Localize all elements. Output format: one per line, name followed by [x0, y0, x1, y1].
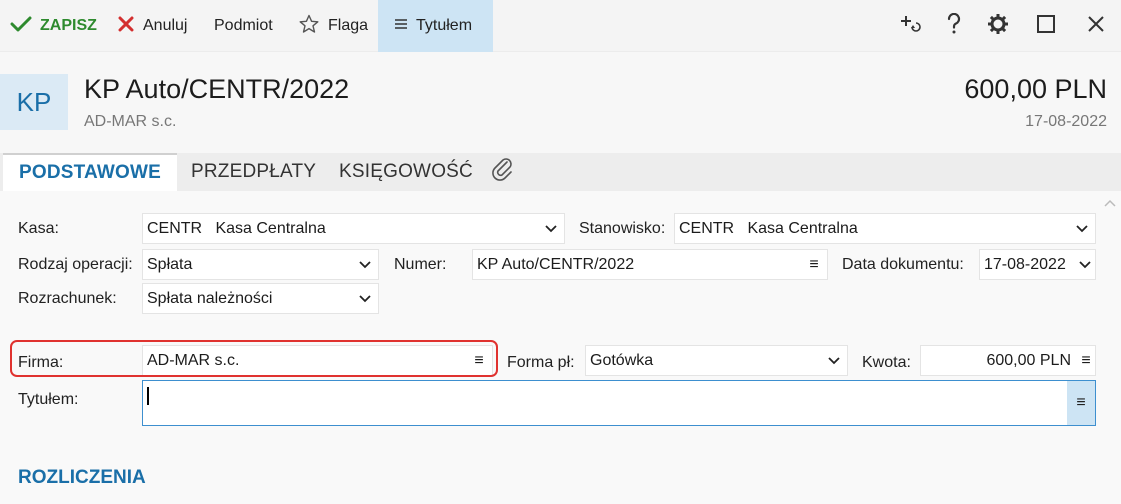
subject-button[interactable]: Podmiot	[214, 0, 273, 52]
toolbar: ZAPISZ Anuluj Podmiot Flaga Tytułem	[0, 0, 1121, 52]
kasa-label: Kasa:	[18, 220, 59, 237]
stanowisko-label: Stanowisko:	[579, 220, 666, 237]
help-icon	[946, 12, 962, 40]
kwota-label: Kwota:	[862, 354, 911, 371]
add-link-icon	[898, 13, 922, 40]
rozrachunek-label: Rozrachunek:	[18, 290, 117, 307]
tab-ksiegowosc[interactable]: KSIĘGOWOŚĆ	[339, 153, 473, 191]
flag-label: Flaga	[328, 17, 369, 34]
gear-icon	[987, 13, 1009, 40]
menu-icon[interactable]: ≡	[1067, 381, 1095, 425]
data-label: Data dokumentu:	[842, 256, 964, 273]
kasa-value: CENTR Kasa Centralna	[147, 219, 326, 237]
chevron-down-icon	[821, 356, 847, 365]
kasa-select[interactable]: CENTR Kasa Centralna	[142, 213, 565, 244]
main-form: Kasa: CENTR Kasa Centralna Stanowisko: C…	[0, 191, 1121, 504]
document-type-badge: KP	[0, 74, 68, 130]
menu-icon[interactable]: ≡	[1077, 352, 1095, 370]
paperclip-icon	[491, 156, 515, 188]
cancel-button[interactable]: Anuluj	[117, 0, 187, 52]
rodzaj-label: Rodzaj operacji:	[18, 256, 133, 273]
rozrachunek-value: Spłata należności	[147, 289, 273, 307]
star-icon	[298, 14, 320, 39]
close-icon	[1086, 14, 1106, 39]
tytulem-label: Tytułem:	[18, 391, 79, 408]
numer-field[interactable]: KP Auto/CENTR/2022 ≡	[472, 249, 828, 280]
kwota-field[interactable]: 600,00 PLN ≡	[920, 345, 1096, 376]
add-related-button[interactable]	[890, 0, 930, 52]
maximize-button[interactable]	[1026, 0, 1066, 52]
subject-label: Podmiot	[214, 17, 273, 34]
data-value: 17-08-2022	[984, 255, 1066, 273]
forma-value: Gotówka	[590, 351, 654, 369]
tab-attachments[interactable]	[491, 153, 515, 191]
forma-select[interactable]: Gotówka	[585, 345, 848, 376]
document-amount: 600,00 PLN	[964, 74, 1107, 104]
stanowisko-value: CENTR Kasa Centralna	[679, 219, 858, 237]
numer-value: KP Auto/CENTR/2022	[477, 255, 635, 273]
stanowisko-select[interactable]: CENTR Kasa Centralna	[674, 213, 1096, 244]
data-date-picker[interactable]: 17-08-2022	[979, 249, 1096, 280]
help-button[interactable]	[934, 0, 974, 52]
close-icon	[117, 15, 135, 38]
document-header: KP KP Auto/CENTR/2022 AD-MAR s.c. 600,00…	[0, 52, 1121, 153]
chevron-down-icon	[352, 260, 378, 269]
checkmark-icon	[10, 15, 32, 38]
tytulem-textarea[interactable]: ≡	[142, 380, 1096, 426]
kwota-value: 600,00 PLN	[986, 351, 1071, 369]
rodzaj-select[interactable]: Spłata	[142, 249, 379, 280]
rodzaj-value: Spłata	[147, 255, 193, 273]
chevron-down-icon	[1075, 260, 1095, 269]
firma-highlight	[10, 340, 498, 377]
cancel-label: Anuluj	[143, 17, 188, 34]
menu-icon[interactable]: ≡	[801, 256, 827, 274]
rozrachunek-select[interactable]: Spłata należności	[142, 283, 379, 314]
forma-label: Forma pł:	[507, 354, 575, 371]
flag-button[interactable]: Flaga	[298, 0, 368, 52]
title-label: Tytułem	[416, 17, 473, 34]
tab-przedplaty[interactable]: PRZEDPŁATY	[191, 153, 316, 191]
document-title: KP Auto/CENTR/2022	[84, 74, 350, 104]
menu-icon	[394, 17, 408, 35]
document-date: 17-08-2022	[1025, 113, 1107, 130]
save-label: ZAPISZ	[40, 17, 97, 34]
tab-podstawowe[interactable]: PODSTAWOWE	[3, 153, 177, 191]
chevron-down-icon	[352, 294, 378, 303]
text-caret	[147, 387, 149, 405]
document-subtitle: AD-MAR s.c.	[84, 113, 177, 130]
close-window-button[interactable]	[1076, 0, 1116, 52]
numer-label: Numer:	[394, 256, 447, 273]
section-title: ROZLICZENIA	[18, 467, 146, 488]
save-button[interactable]: ZAPISZ	[10, 0, 97, 52]
tab-bar: PODSTAWOWE PRZEDPŁATY KSIĘGOWOŚĆ	[0, 153, 1121, 191]
title-button[interactable]: Tytułem	[378, 0, 493, 52]
scroll-up-icon[interactable]	[1103, 195, 1117, 213]
maximize-icon	[1036, 14, 1056, 39]
settings-button[interactable]	[978, 0, 1018, 52]
chevron-down-icon	[538, 224, 564, 233]
chevron-down-icon	[1069, 224, 1095, 233]
